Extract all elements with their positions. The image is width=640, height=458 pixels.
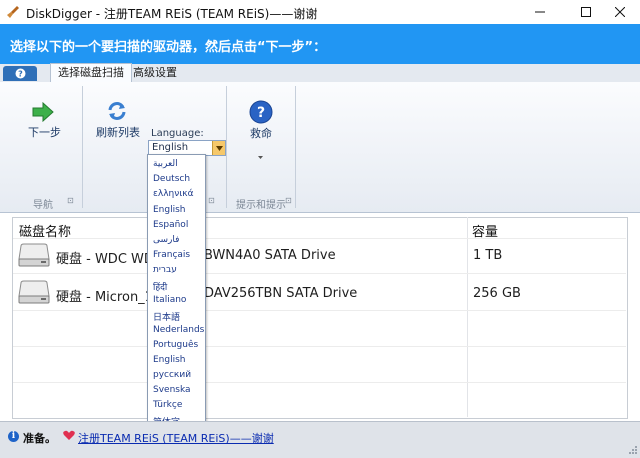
info-icon: i	[8, 431, 19, 442]
maximize-icon	[581, 7, 591, 17]
drive-name-right: BWN4A0 SATA Drive	[204, 248, 336, 263]
resize-grip-icon[interactable]	[628, 445, 638, 455]
drive-name-right: DAV256TBN SATA Drive	[204, 286, 358, 301]
register-link[interactable]: 注册TEAM REiS (TEAM REiS)——谢谢	[78, 430, 274, 446]
tab-select-disk[interactable]: 选择磁盘扫描	[50, 63, 132, 82]
help-menu-button[interactable]: ?	[3, 66, 37, 81]
language-option[interactable]: עברית	[153, 265, 177, 275]
row-divider	[13, 310, 626, 311]
title-bar: DiskDigger - 注册TEAM REiS (TEAM REiS)——谢谢	[0, 0, 640, 25]
heart-icon	[63, 430, 75, 440]
status-text: 准备。	[23, 432, 56, 445]
close-icon	[615, 7, 625, 17]
language-option[interactable]: Deutsch	[153, 174, 190, 184]
tab-advanced-settings[interactable]: 高级设置	[126, 64, 184, 82]
diskdigger-shovel-icon	[7, 6, 19, 18]
language-option[interactable]: Italiano	[153, 295, 186, 305]
group-expander-language[interactable]: ⊡	[208, 196, 215, 205]
refresh-button-label: 刷新列表	[96, 126, 140, 139]
language-option[interactable]: Nederlands	[153, 325, 204, 335]
language-option[interactable]: русский	[153, 370, 191, 380]
drive-name-left: 硬盘 - WDC WD	[56, 252, 154, 267]
arrow-right-icon	[32, 102, 54, 122]
language-option[interactable]: English	[153, 355, 186, 365]
next-button-label: 下一步	[28, 126, 61, 139]
instruction-banner: 选择以下的一个要扫描的驱动器，然后点击“下一步”：	[0, 24, 640, 64]
help-circle-icon: ?	[249, 100, 273, 124]
language-option[interactable]: Svenska	[153, 385, 191, 395]
svg-text:?: ?	[257, 105, 265, 121]
rescue-button-label: 救命	[250, 127, 272, 140]
language-option[interactable]: Türkçe	[153, 400, 182, 410]
drive-size: 256 GB	[473, 286, 521, 301]
language-option[interactable]: English	[153, 205, 186, 215]
ribbon-group-separator	[226, 86, 227, 208]
language-option[interactable]: 日本語	[153, 310, 180, 323]
refresh-icon	[108, 102, 126, 120]
rescue-button[interactable]: ? 救命	[244, 100, 278, 164]
window-title: DiskDigger - 注册TEAM REiS (TEAM REiS)——谢谢	[26, 7, 318, 21]
minimize-button[interactable]	[520, 0, 560, 24]
svg-text:?: ?	[18, 70, 23, 79]
language-dropdown-list: العربية Deutsch ελληνικά English Español…	[147, 154, 206, 432]
language-dropdown-button[interactable]	[212, 141, 225, 155]
row-divider	[13, 346, 626, 347]
close-button[interactable]	[600, 0, 640, 24]
hard-drive-icon	[18, 280, 50, 304]
language-option[interactable]: हिंदी	[153, 280, 167, 293]
ribbon-group-separator	[82, 86, 83, 208]
language-selected-value: English	[152, 142, 189, 153]
language-option[interactable]: ελληνικά	[153, 189, 194, 199]
ribbon-group-separator	[295, 86, 296, 208]
group-expander-hints[interactable]: ⊡	[285, 196, 292, 205]
group-label-navigation: 导航	[33, 200, 53, 211]
group-label-hints: 提示和提示	[236, 200, 286, 211]
small-chevron-down-icon	[258, 156, 263, 159]
language-label: Language:	[151, 128, 204, 139]
chevron-down-icon	[215, 145, 223, 151]
refresh-list-button[interactable]: 刷新列表	[92, 98, 144, 140]
language-option[interactable]: فارسی	[153, 235, 179, 245]
row-divider	[13, 382, 626, 383]
hard-drive-icon	[18, 243, 50, 267]
instruction-text: 选择以下的一个要扫描的驱动器，然后点击“下一步”：	[10, 40, 327, 55]
group-expander-nav[interactable]: ⊡	[67, 196, 74, 205]
language-option[interactable]: Français	[153, 250, 190, 260]
language-option[interactable]: Español	[153, 220, 188, 230]
minimize-icon	[535, 11, 545, 13]
help-icon: ?	[15, 68, 25, 79]
language-option[interactable]: Português	[153, 340, 198, 350]
drive-name-left: 硬盘 - Micron_1	[56, 290, 153, 305]
next-button[interactable]: 下一步	[22, 100, 66, 140]
drive-size: 1 TB	[473, 248, 503, 263]
language-option[interactable]: العربية	[153, 159, 178, 169]
